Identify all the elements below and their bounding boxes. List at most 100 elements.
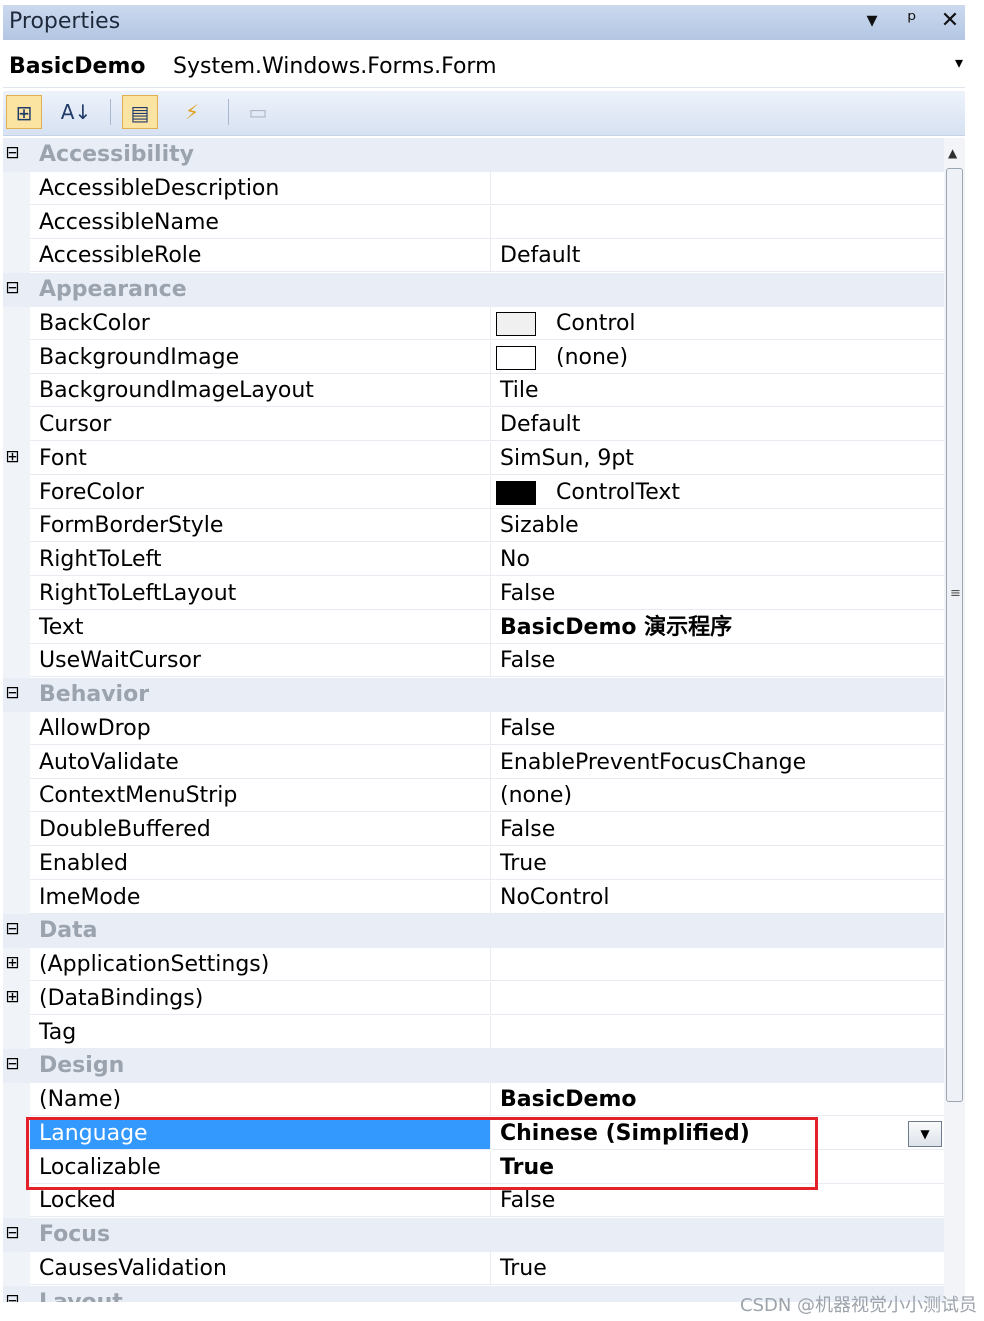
expand-icon[interactable]: ⊞ [4,988,21,1006]
property-row[interactable]: Cursor Default [3,408,944,442]
property-name[interactable]: FormBorderStyle [30,509,491,543]
property-row[interactable]: ContextMenuStrip (none) [3,779,944,813]
property-name[interactable]: Tag [30,1015,491,1049]
property-value[interactable]: Control [491,307,944,340]
property-name[interactable]: ContextMenuStrip [30,779,491,813]
property-name[interactable]: Text [30,610,491,644]
alphabetical-sort-icon[interactable]: A↓ [58,95,94,129]
property-name[interactable]: AllowDrop [30,711,491,745]
property-row[interactable]: ⊞ (ApplicationSettings) [3,948,944,982]
property-value[interactable]: False [491,1184,944,1218]
category-row[interactable]: ⊟ Appearance [3,273,944,307]
property-row[interactable]: AllowDrop False [3,711,944,746]
property-row[interactable]: UseWaitCursor False [3,644,944,678]
property-value[interactable]: Sizable [491,509,944,543]
property-row[interactable]: FormBorderStyle Sizable [3,509,944,543]
object-selector-dropdown-icon[interactable]: ▾ [955,53,963,72]
category-row[interactable]: ⊟ Focus [3,1218,944,1252]
collapse-icon[interactable]: ⊟ [4,921,21,938]
property-row[interactable]: RightToLeftLayout False [3,576,944,611]
property-row[interactable]: RightToLeft No [3,543,944,577]
property-value[interactable]: EnablePreventFocusChange [491,746,944,779]
collapse-icon[interactable]: ⊟ [4,145,21,162]
events-lightning-icon[interactable]: ⚡ [174,95,210,129]
property-name[interactable]: Cursor [30,408,491,441]
property-row[interactable]: Enabled True [3,846,944,881]
category-row[interactable]: ⊟ Behavior [3,678,944,712]
property-name[interactable]: AccessibleDescription [30,171,491,205]
property-row[interactable]: BackColor Control [3,306,944,341]
property-name[interactable]: AutoValidate [30,745,491,779]
property-row[interactable]: DoubleBuffered False [3,813,944,847]
property-row[interactable]: Text BasicDemo 演示程序 [3,610,944,645]
property-value[interactable]: No [491,543,944,576]
property-name[interactable]: BackgroundImageLayout [30,374,491,408]
scroll-up-icon[interactable]: ▲ [948,146,957,160]
property-name[interactable]: ImeMode [30,880,491,914]
object-selector[interactable]: BasicDemo System.Windows.Forms.Form ▾ [3,47,965,88]
category-row[interactable]: ⊟ Design [3,1049,944,1083]
property-value[interactable]: BasicDemo 演示程序 [491,611,944,644]
property-row[interactable]: ForeColor ControlText [3,475,944,510]
expand-icon[interactable]: ⊞ [4,448,21,466]
property-row[interactable]: AccessibleDescription [3,171,944,206]
property-row[interactable]: AccessibleRole Default [3,239,944,273]
property-value[interactable] [491,172,944,205]
collapse-icon[interactable]: ⊟ [4,1056,21,1073]
collapse-icon[interactable]: ⊟ [4,1292,21,1302]
property-name[interactable]: (Name) [30,1083,491,1116]
property-value[interactable] [491,1016,944,1049]
property-value[interactable]: False [491,712,944,745]
property-value[interactable]: True [491,1252,944,1285]
property-name[interactable]: BackColor [30,306,491,340]
dropdown-button-icon[interactable]: ▼ [908,1120,942,1147]
category-row[interactable]: ⊟ Data [3,914,944,948]
properties-icon[interactable]: ▤ [122,95,158,129]
property-name[interactable]: UseWaitCursor [30,644,491,678]
property-row[interactable]: Tag [3,1015,944,1050]
property-row[interactable]: Locked False [3,1184,944,1218]
property-value[interactable]: True [491,1151,944,1184]
property-value[interactable]: Tile [491,374,944,408]
collapse-icon[interactable]: ⊟ [4,280,21,297]
property-value[interactable]: NoControl [491,881,944,914]
property-row[interactable]: Localizable True [3,1150,944,1185]
property-value[interactable]: False [491,644,944,678]
property-row[interactable]: Language Chinese (Simplified) ▼ [3,1116,944,1151]
window-menu-dropdown-icon[interactable]: ▾ [859,8,885,33]
property-value[interactable] [491,982,944,1015]
property-row[interactable]: ImeMode NoControl [3,880,944,915]
property-name[interactable]: BackgroundImage [30,340,491,374]
property-name[interactable]: Font [30,441,491,475]
property-name[interactable]: RightToLeft [30,543,491,576]
collapse-icon[interactable]: ⊟ [4,685,21,702]
property-value[interactable]: (none) [491,341,944,374]
categorized-icon[interactable]: ⊞ [6,95,42,129]
auto-hide-pin-icon[interactable]: ᵖ [899,8,925,33]
property-row[interactable]: AutoValidate EnablePreventFocusChange [3,745,944,780]
property-name[interactable]: CausesValidation [30,1251,491,1285]
property-name[interactable]: Localizable [30,1150,491,1184]
property-value[interactable] [491,948,944,981]
property-name[interactable]: ForeColor [30,475,491,509]
property-value[interactable]: False [491,813,944,846]
property-row[interactable]: (Name) BasicDemo [3,1083,944,1117]
property-name[interactable]: RightToLeftLayout [30,576,491,610]
scroll-thumb[interactable]: ≡ [946,168,963,1102]
property-name[interactable]: DoubleBuffered [30,813,491,846]
property-name[interactable]: (ApplicationSettings) [30,948,491,981]
property-row[interactable]: BackgroundImageLayout Tile [3,374,944,408]
property-row[interactable]: CausesValidation True [3,1251,944,1286]
property-value[interactable]: Default [491,239,944,273]
property-row[interactable]: ⊞ Font SimSun, 9pt [3,441,944,476]
property-value[interactable]: Default [491,408,944,441]
category-row[interactable]: ⊟ Accessibility [3,138,944,172]
collapse-icon[interactable]: ⊟ [4,1225,21,1242]
property-name[interactable]: (DataBindings) [30,981,491,1015]
property-row[interactable]: ⊞ (DataBindings) [3,981,944,1016]
property-value[interactable]: (none) [491,779,944,813]
vertical-scrollbar[interactable]: ▲ ≡ [944,138,965,1302]
property-row[interactable]: BackgroundImage (none) [3,340,944,375]
property-row[interactable]: AccessibleName [3,205,944,240]
property-value[interactable]: True [491,847,944,880]
